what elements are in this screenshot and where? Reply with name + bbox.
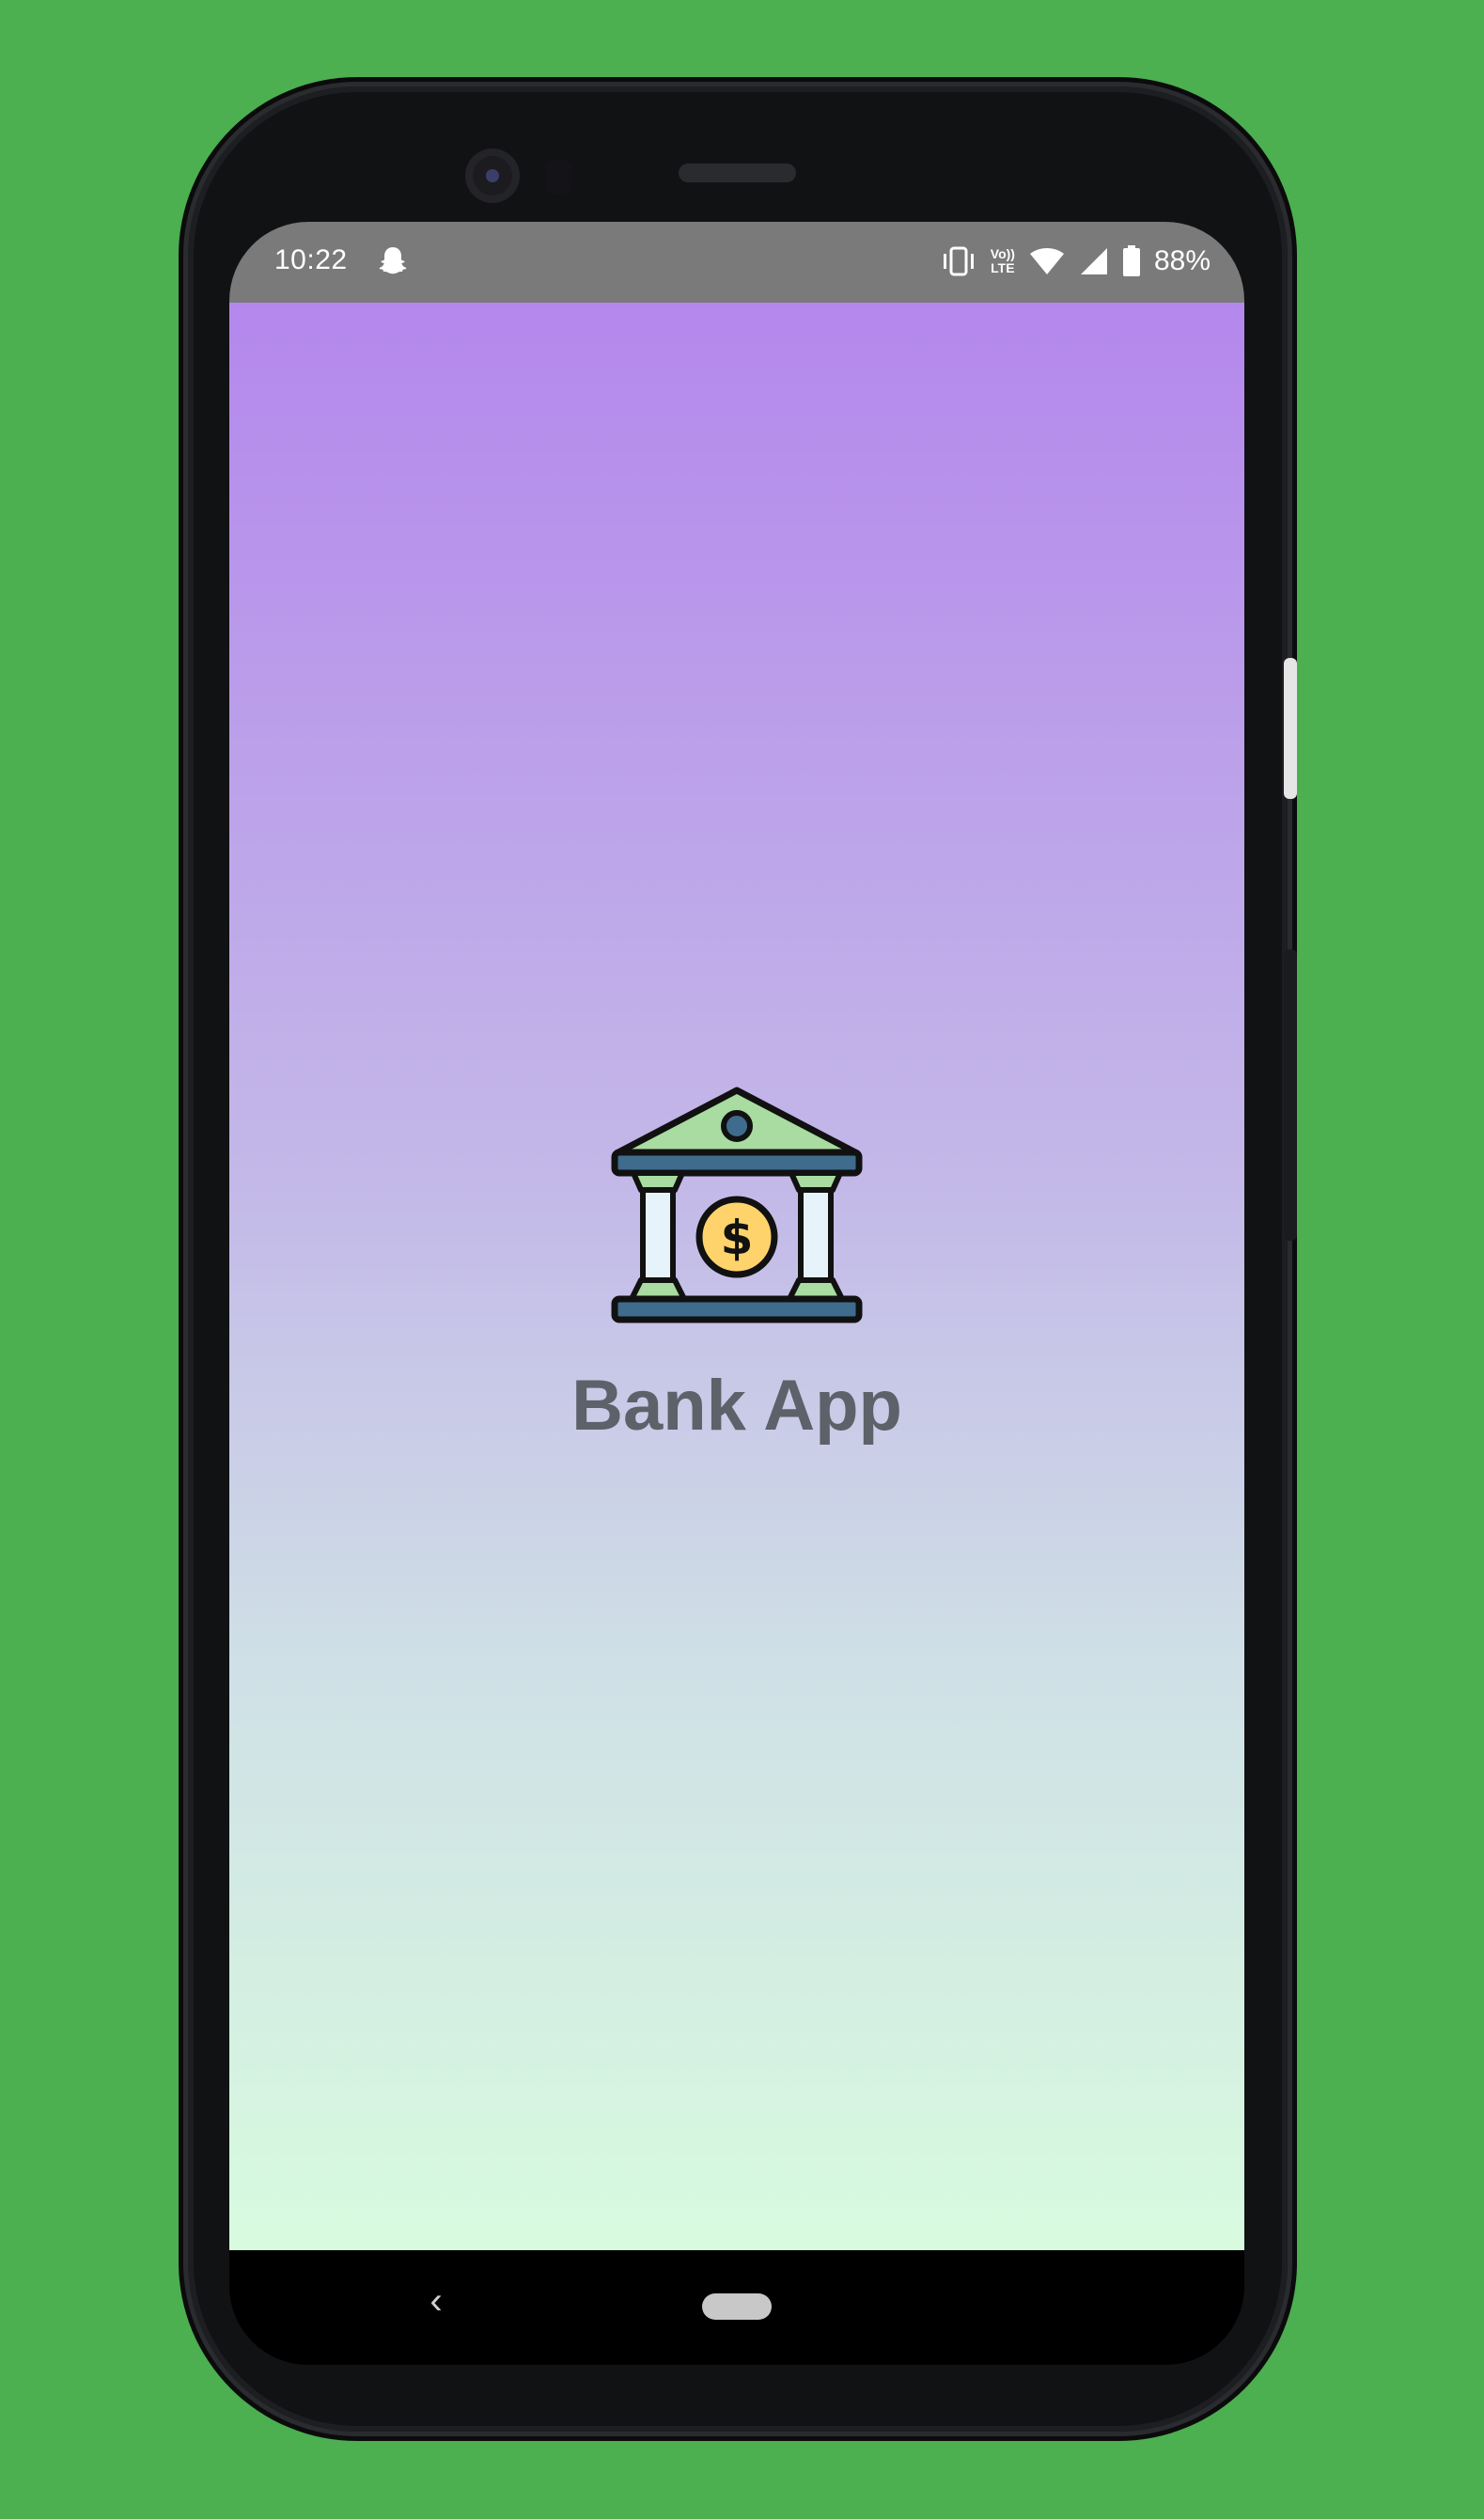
- volte-lte-icon: Vo)) LTE: [991, 247, 1015, 275]
- status-time: 10:22: [274, 244, 348, 275]
- snapchat-ghost-icon: [376, 244, 410, 278]
- svg-text:$: $: [721, 1211, 754, 1265]
- lte-label: LTE: [991, 260, 1015, 275]
- navigation-bar: ‹: [229, 2250, 1244, 2365]
- volume-button: [1284, 949, 1297, 1241]
- earpiece-speaker: [679, 164, 796, 182]
- status-icons: Vo)) LTE 88%: [940, 239, 1211, 284]
- chevron-left-icon[interactable]: ‹: [417, 2282, 455, 2320]
- battery-percent: 88%: [1153, 245, 1211, 276]
- splash-screen: $ Bank App: [229, 303, 1244, 2250]
- vibrate-icon: [940, 245, 977, 277]
- status-bar: 10:22 Vo)) LTE 88%: [229, 222, 1244, 303]
- front-camera-icon: [465, 149, 520, 203]
- proximity-sensor: [545, 160, 571, 194]
- power-button: [1284, 658, 1297, 799]
- wifi-icon: [1028, 246, 1066, 276]
- device-background: 10:22 Vo)) LTE 88% $ Bank App ‹: [0, 0, 1484, 2519]
- battery-icon: [1122, 245, 1141, 277]
- phone-screen: 10:22 Vo)) LTE 88% $ Bank App ‹: [229, 222, 1244, 2365]
- app-title: Bank App: [571, 1366, 902, 1446]
- volte-label: Vo)): [990, 246, 1015, 261]
- home-pill-icon[interactable]: [702, 2293, 772, 2320]
- cell-signal-icon: [1079, 246, 1109, 276]
- bank-icon: $: [611, 1087, 863, 1327]
